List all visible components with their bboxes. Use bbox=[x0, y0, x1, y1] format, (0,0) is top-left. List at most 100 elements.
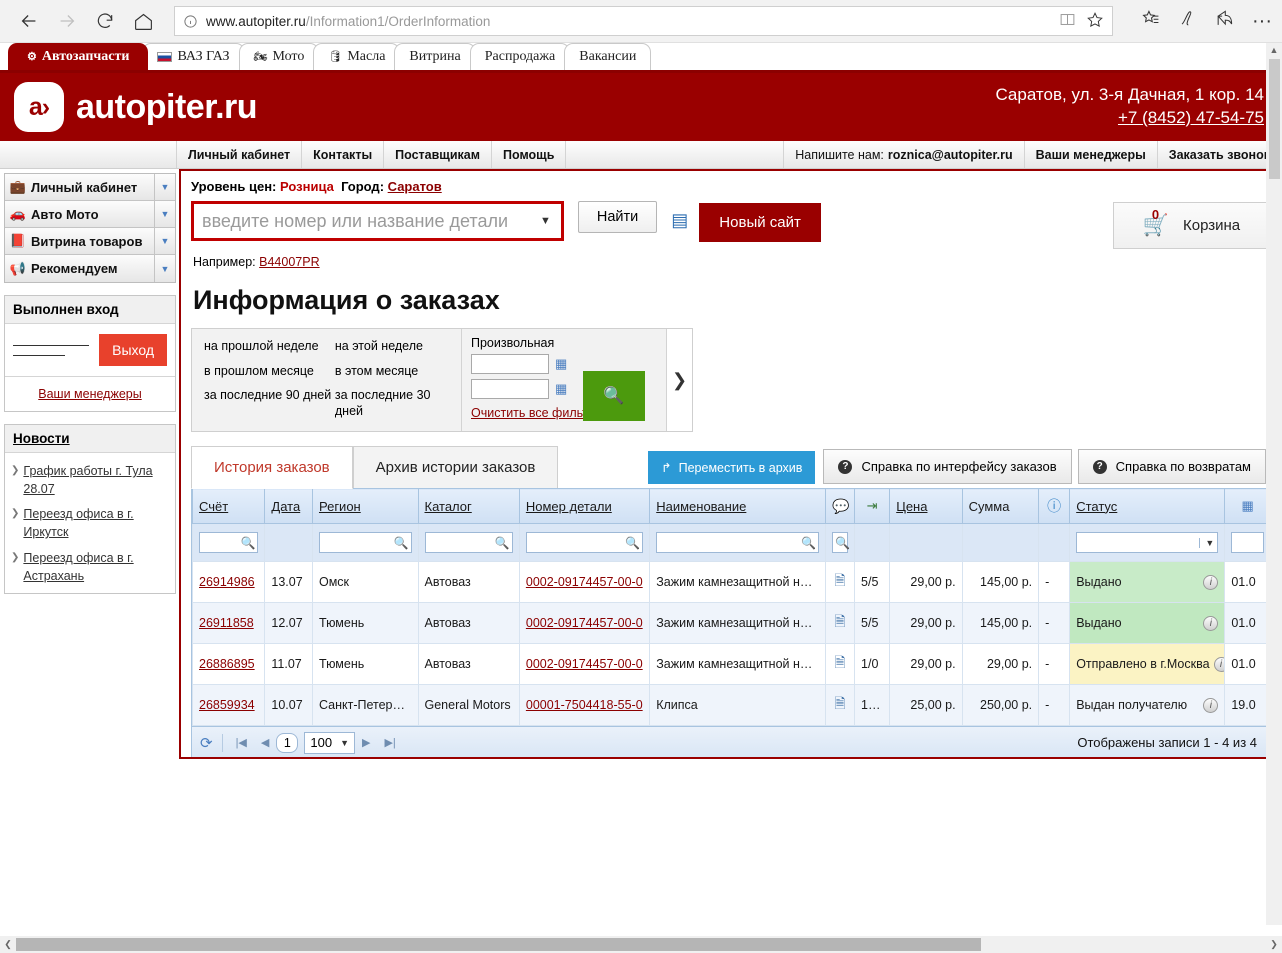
filter-part-number-input[interactable] bbox=[528, 534, 626, 551]
scroll-left-icon[interactable]: ❮ bbox=[0, 939, 16, 950]
table-row[interactable]: 26859934 10.07 Санкт-Петербург General M… bbox=[191, 684, 1271, 726]
chevron-down-icon[interactable]: ▼ bbox=[1199, 537, 1215, 548]
scroll-right-icon[interactable]: ❯ bbox=[1266, 939, 1282, 950]
filter-search-button[interactable]: 🔍 bbox=[583, 371, 645, 421]
search-icon[interactable]: 🔍 bbox=[394, 536, 409, 550]
prev-page-icon[interactable]: ◀ bbox=[254, 736, 276, 749]
site-tab-oils[interactable]: 🛢 Масла bbox=[313, 43, 401, 70]
city-value[interactable]: Саратов bbox=[388, 179, 442, 194]
account-link[interactable]: 26914986 bbox=[199, 575, 255, 589]
cell-account[interactable]: 26886895 bbox=[191, 643, 266, 685]
cart-button[interactable]: 🛒 0 Корзина bbox=[1113, 202, 1270, 249]
news-link[interactable]: Переезд офиса в г. Астрахань bbox=[23, 549, 167, 585]
cell-account[interactable]: 26914986 bbox=[191, 561, 266, 603]
tab-order-history[interactable]: История заказов bbox=[191, 446, 353, 489]
list-item[interactable]: ❯ График работы г. Тула 28.07 bbox=[11, 455, 167, 498]
back-arrow-icon[interactable] bbox=[10, 2, 48, 40]
part-number-link[interactable]: 00001-7504418-55-0 bbox=[526, 698, 643, 712]
reload-icon[interactable] bbox=[86, 2, 124, 40]
filter-this-month[interactable]: в этом месяце bbox=[335, 364, 461, 380]
filter-last-month[interactable]: в прошлом месяце bbox=[204, 364, 335, 380]
chevron-down-icon[interactable]: ▼ bbox=[154, 174, 175, 200]
chevron-down-icon[interactable]: ▼ bbox=[154, 228, 175, 254]
nav-callback[interactable]: Заказать звонок bbox=[1156, 141, 1282, 168]
star-icon[interactable] bbox=[1086, 11, 1104, 32]
horizontal-scroll-track[interactable] bbox=[16, 938, 1266, 951]
nav-managers[interactable]: Ваши менеджеры bbox=[1023, 141, 1157, 168]
date-from-input[interactable] bbox=[471, 354, 549, 374]
favorites-hub-icon[interactable] bbox=[1141, 9, 1160, 33]
document-icon[interactable]: 🗎 bbox=[834, 613, 845, 629]
cell-document[interactable]: 🗎 bbox=[825, 602, 856, 644]
col-status[interactable]: Статус bbox=[1069, 488, 1226, 524]
chevron-down-icon[interactable]: ▼ bbox=[538, 215, 561, 227]
filter-last-week[interactable]: на прошлой неделе bbox=[204, 339, 335, 355]
col-date[interactable]: Дата bbox=[264, 488, 313, 524]
cell-document[interactable]: 🗎 bbox=[825, 684, 856, 726]
cell-document[interactable]: 🗎 bbox=[825, 643, 856, 685]
share-icon[interactable] bbox=[1215, 9, 1234, 33]
find-button[interactable]: Найти bbox=[577, 201, 658, 233]
info-icon[interactable]: i bbox=[1213, 656, 1224, 672]
account-link[interactable]: 26859934 bbox=[199, 698, 255, 712]
col-comment[interactable]: 💬 bbox=[825, 488, 856, 524]
first-page-icon[interactable]: |◀ bbox=[229, 736, 254, 749]
new-site-button[interactable]: Новый сайт bbox=[699, 203, 821, 242]
web-note-icon[interactable] bbox=[1178, 9, 1197, 33]
site-tab-moto[interactable]: 🏍 Мото bbox=[238, 43, 320, 70]
document-icon[interactable]: 🗎 bbox=[834, 572, 845, 588]
vertical-scrollbar[interactable]: ▲ bbox=[1266, 43, 1282, 925]
vertical-scroll-thumb[interactable] bbox=[1268, 59, 1280, 179]
filter-name-input[interactable] bbox=[659, 534, 802, 551]
list-item[interactable]: ❯ Переезд офиса в г. Иркутск bbox=[11, 498, 167, 541]
search-icon[interactable]: 🔍 bbox=[495, 536, 510, 550]
filter-this-week[interactable]: на этой неделе bbox=[335, 339, 461, 355]
cell-part-number[interactable]: 0002-09174457-00-0 bbox=[518, 602, 651, 644]
part-number-link[interactable]: 0002-09174457-00-0 bbox=[526, 575, 643, 589]
horizontal-scrollbar[interactable]: ❮ ❯ bbox=[0, 936, 1282, 953]
nav-item-help[interactable]: Помощь bbox=[490, 141, 567, 168]
col-name[interactable]: Наименование bbox=[649, 488, 827, 524]
table-row[interactable]: 26914986 13.07 Омск Автоваз 0002-0917445… bbox=[191, 561, 1271, 603]
filter-last-90-days[interactable]: за последние 90 дней bbox=[204, 388, 335, 404]
calendar-icon[interactable]: ▦ bbox=[555, 356, 567, 372]
page-number-input[interactable]: 1 bbox=[276, 732, 299, 753]
calendar-icon[interactable]: ▦ bbox=[555, 381, 567, 397]
site-tab-vacancies[interactable]: Вакансии bbox=[564, 43, 652, 70]
home-icon[interactable] bbox=[124, 2, 162, 40]
site-tab-vaz-gaz[interactable]: ВАЗ ГАЗ bbox=[142, 43, 245, 70]
table-icon[interactable]: ▤ bbox=[671, 210, 688, 231]
sidebar-item-auto-moto[interactable]: 🚗 Авто Мото ▼ bbox=[5, 201, 175, 228]
next-page-icon[interactable]: ▶ bbox=[355, 736, 377, 749]
tab-order-archive[interactable]: Архив истории заказов bbox=[352, 446, 559, 488]
logout-button[interactable]: Выход bbox=[99, 334, 167, 366]
refresh-icon[interactable]: ⟳ bbox=[200, 733, 223, 752]
filter-last-30-days[interactable]: за последние 30 дней bbox=[335, 388, 461, 419]
document-icon[interactable]: 🗎 bbox=[834, 695, 845, 711]
nav-write-us[interactable]: Напишите нам: roznica@autopiter.ru bbox=[783, 141, 1023, 168]
nav-item-contacts[interactable]: Контакты bbox=[301, 141, 383, 168]
nav-item-suppliers[interactable]: Поставщикам bbox=[383, 141, 491, 168]
logo[interactable]: a› autopiter.ru bbox=[14, 82, 258, 132]
info-icon[interactable]: i bbox=[1203, 697, 1219, 713]
col-price[interactable]: Цена bbox=[889, 488, 963, 524]
account-link[interactable]: 26911858 bbox=[199, 616, 254, 630]
cell-part-number[interactable]: 0002-09174457-00-0 bbox=[518, 643, 651, 685]
book-icon[interactable] bbox=[1059, 11, 1076, 31]
cell-part-number[interactable]: 0002-09174457-00-0 bbox=[518, 561, 651, 603]
filter-catalog-input[interactable] bbox=[427, 534, 495, 551]
col-info[interactable]: ⓘ bbox=[1038, 488, 1071, 524]
move-to-archive-button[interactable]: ↱ Переместить в архив bbox=[648, 451, 816, 484]
page-size-select[interactable]: 100 ▼ bbox=[304, 731, 355, 754]
account-link[interactable]: 26886895 bbox=[199, 657, 255, 671]
date-to-input[interactable] bbox=[471, 379, 549, 399]
news-link[interactable]: График работы г. Тула 28.07 bbox=[23, 462, 167, 498]
site-tab-sale[interactable]: Распродажа bbox=[469, 43, 571, 70]
more-icon[interactable]: ··· bbox=[1252, 11, 1272, 31]
col-export[interactable]: ⇥ bbox=[854, 488, 891, 524]
chevron-right-icon[interactable]: ❯ bbox=[666, 329, 692, 431]
forward-arrow-icon[interactable] bbox=[48, 2, 86, 40]
col-catalog[interactable]: Каталог bbox=[417, 488, 520, 524]
table-row[interactable]: 26911858 12.07 Тюмень Автоваз 0002-09174… bbox=[191, 602, 1271, 644]
search-icon[interactable]: 🔍 bbox=[240, 536, 255, 550]
